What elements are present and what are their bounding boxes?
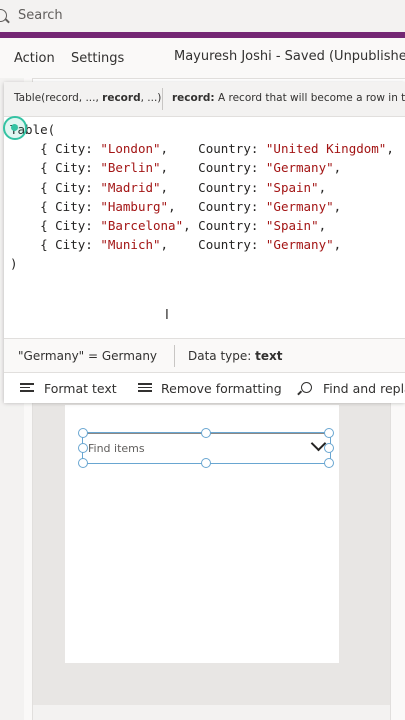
find-icon [301, 382, 312, 393]
format-text-icon [20, 383, 34, 393]
menu-bar: Action Settings Mayuresh Joshi - Saved (… [0, 38, 405, 79]
city-value: "Berlin" [100, 160, 161, 176]
canvas-footer [33, 705, 390, 720]
formula-input[interactable]: Table( { City: "London", Country: "Unite… [10, 120, 405, 340]
resize-handle[interactable] [324, 428, 334, 438]
divider [174, 345, 175, 367]
formula-editor-popup: Table(record, ..., record, ...) record: … [3, 82, 405, 403]
country-value: "Spain" [265, 179, 319, 195]
resize-handle[interactable] [324, 458, 334, 468]
code-line: { City: "Hamburg", Country: "Germany", [40, 198, 342, 214]
country-value: "Spain" [265, 218, 319, 234]
search-input[interactable]: Search [18, 8, 63, 23]
result-expression: "Germany" = Germany [18, 349, 158, 363]
country-value: "Germany" [265, 160, 334, 176]
caret-handle[interactable] [3, 116, 27, 140]
remove-formatting-icon [138, 383, 152, 393]
data-type-label: Data type: text [188, 349, 283, 363]
combo-box-placeholder: Find items [88, 442, 145, 455]
code-line-close: ) [10, 256, 18, 272]
remove-formatting-button[interactable]: Remove formatting [161, 381, 282, 396]
result-preview-bar: "Germany" = Germany Data type: text [4, 338, 405, 373]
city-value: "Hamburg" [100, 198, 169, 214]
city-value: "London" [100, 141, 161, 157]
format-toolbar: Format text Remove formatting Find and r… [4, 372, 405, 403]
resize-handle[interactable] [201, 428, 211, 438]
code-line: { City: "London", Country: "United Kingd… [40, 141, 394, 157]
format-text-button[interactable]: Format text [44, 381, 117, 396]
top-search-bar[interactable]: Search [0, 0, 405, 32]
code-line: { City: "Madrid", Country: "Spain", [40, 179, 327, 195]
city-value: "Barcelona" [100, 218, 184, 234]
resize-handle[interactable] [78, 428, 88, 438]
menu-action[interactable]: Action [14, 51, 55, 66]
code-line: { City: "Barcelona", Country: "Spain", [40, 218, 327, 234]
menu-settings[interactable]: Settings [71, 51, 124, 66]
resize-handle[interactable] [78, 443, 88, 453]
resize-handle[interactable] [78, 458, 88, 468]
properties-panel [390, 400, 405, 720]
code-line: { City: "Munich", Country: "Germany", [40, 237, 342, 253]
country-value: "Germany" [265, 237, 334, 253]
function-signature: Table(record, ..., record, ...) [14, 92, 162, 104]
city-value: "Munich" [100, 237, 161, 253]
code-line: { City: "Berlin", Country: "Germany", [40, 160, 342, 176]
save-status: Mayuresh Joshi - Saved (Unpublished) [174, 49, 405, 64]
country-value: "United Kingdom" [265, 141, 387, 157]
country-value: "Germany" [265, 198, 334, 214]
search-icon [0, 9, 7, 22]
resize-handle[interactable] [324, 443, 334, 453]
city-value: "Madrid" [100, 179, 161, 195]
text-cursor-icon: I [165, 308, 169, 323]
resize-handle[interactable] [201, 458, 211, 468]
function-signature-bar: Table(record, ..., record, ...) record: … [4, 82, 405, 117]
divider [162, 88, 163, 110]
find-replace-button[interactable]: Find and repla [323, 381, 405, 396]
parameter-help: record: A record that will become a row … [172, 92, 405, 104]
